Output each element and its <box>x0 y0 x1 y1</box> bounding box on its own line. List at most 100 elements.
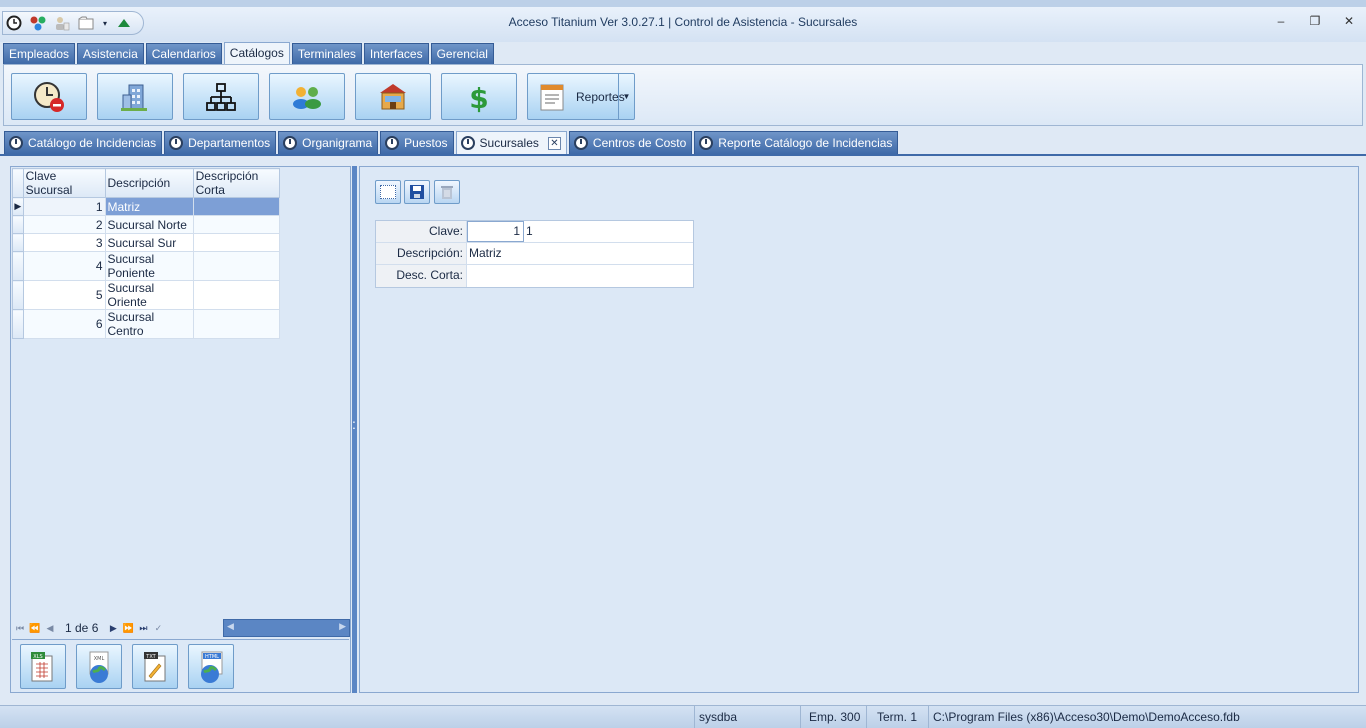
trash-icon <box>441 186 453 199</box>
table-row[interactable]: 2 Sucursal Norte <box>12 215 281 234</box>
org-chart-icon <box>205 81 237 113</box>
table-row[interactable]: ▶ 1 Matriz <box>12 197 281 216</box>
cell-clave: 6 <box>22 309 106 339</box>
tab-puestos[interactable]: Puestos <box>380 131 454 154</box>
new-document-icon <box>380 185 396 199</box>
first-record-icon[interactable]: ⏮ <box>14 623 26 634</box>
export-xls-button[interactable]: XLS <box>20 644 66 689</box>
cell-descripcion: Sucursal Poniente <box>104 251 194 281</box>
clock-icon <box>460 136 475 150</box>
tab-departamentos[interactable]: Departamentos <box>164 131 277 154</box>
tab-centros-costo[interactable]: Centros de Costo <box>568 131 693 154</box>
form-row-descripcion: Descripción: Matriz <box>376 243 693 265</box>
scroll-left-icon[interactable]: ◀ <box>227 621 234 632</box>
tab-reporte-catalogo-incidencias[interactable]: Reporte Catálogo de Incidencias <box>694 131 899 154</box>
export-txt-button[interactable]: TXT <box>132 644 178 689</box>
txt-label: TXT <box>145 654 156 660</box>
row-indicator <box>12 251 24 281</box>
clock-icon <box>283 136 298 150</box>
reportes-dropdown-icon[interactable]: ▼ <box>618 74 634 119</box>
tab-interfaces[interactable]: Interfaces <box>363 43 429 64</box>
clave-value: 1 <box>526 224 533 238</box>
close-button[interactable]: ✕ <box>1332 10 1366 32</box>
sucursales-list-panel: Clave Sucursal Descripción Descripción C… <box>10 166 351 693</box>
column-header-clave[interactable]: Clave Sucursal <box>22 168 106 198</box>
maximize-button[interactable]: ❐ <box>1298 10 1332 32</box>
table-row[interactable]: 3 Sucursal Sur <box>12 233 281 252</box>
status-bar: sysdba Emp. 300 Term. 1 C:\Program Files… <box>0 705 1366 728</box>
tab-label: Puestos <box>404 136 448 150</box>
document-tabs: Catálogo de Incidencias Departamentos Or… <box>0 131 1366 156</box>
xml-label: XML <box>94 656 105 662</box>
tab-asistencia[interactable]: Asistencia <box>77 43 144 64</box>
tab-sucursales[interactable]: Sucursales ✕ <box>455 131 567 154</box>
ribbon-panel: $ Reportes ▼ <box>3 64 1363 126</box>
export-html-button[interactable]: HTML <box>188 644 234 689</box>
sucursal-detail-panel: Clave: 1 1 Descripción: Matriz Desc. Cor… <box>359 166 1359 693</box>
html-globe-icon: HTML <box>201 651 223 683</box>
building-icon <box>119 81 151 113</box>
incidencias-button[interactable] <box>11 73 87 120</box>
minimize-button[interactable]: – <box>1264 10 1298 32</box>
close-tab-icon[interactable]: ✕ <box>547 136 561 150</box>
tab-label: Reporte Catálogo de Incidencias <box>718 136 893 150</box>
cell-descripcion-corta <box>192 197 281 216</box>
tab-label: Catálogo de Incidencias <box>28 136 157 150</box>
form-row-clave: Clave: 1 1 <box>376 221 693 243</box>
centros-costo-button[interactable]: $ <box>441 73 517 120</box>
horizontal-scrollbar[interactable]: ◀ ▶ <box>223 619 350 637</box>
tab-catalogos[interactable]: Catálogos <box>223 42 290 64</box>
tab-calendarios[interactable]: Calendarios <box>145 43 222 64</box>
departamentos-button[interactable] <box>97 73 173 120</box>
tab-label: Centros de Costo <box>592 136 687 150</box>
status-db-path: C:\Program Files (x86)\Acceso30\Demo\Dem… <box>928 706 1366 728</box>
cell-descripcion-corta <box>192 309 281 339</box>
next-record-icon[interactable]: ▶ <box>107 623 119 634</box>
clave-label: Clave: <box>376 221 467 242</box>
last-record-icon[interactable]: ⏭ <box>137 623 149 634</box>
tab-empleados[interactable]: Empleados <box>3 43 76 64</box>
xls-file-icon: XLS <box>31 651 53 681</box>
table-row[interactable]: 6 Sucursal Centro <box>12 309 281 339</box>
desc-corta-field[interactable] <box>467 265 693 287</box>
row-indicator-header <box>12 168 24 198</box>
tab-label: Departamentos <box>188 136 271 150</box>
cell-descripcion-corta <box>192 233 281 252</box>
organigrama-button[interactable] <box>183 73 259 120</box>
clock-icon <box>573 136 588 150</box>
store-icon <box>377 81 409 113</box>
people-icon <box>291 81 323 113</box>
row-indicator <box>12 309 24 339</box>
tab-terminales[interactable]: Terminales <box>291 43 362 64</box>
tab-catalogo-incidencias[interactable]: Catálogo de Incidencias <box>4 131 163 154</box>
column-header-descripcion-corta[interactable]: Descripción Corta <box>192 168 281 198</box>
cell-descripcion: Sucursal Sur <box>104 233 194 252</box>
column-header-descripcion[interactable]: Descripción <box>104 168 194 198</box>
sucursales-button[interactable] <box>355 73 431 120</box>
scroll-right-icon[interactable]: ▶ <box>339 621 346 632</box>
cell-clave: 1 <box>22 197 106 216</box>
prev-page-icon[interactable]: ⏪ <box>29 623 41 634</box>
dollar-icon: $ <box>463 81 495 113</box>
export-xml-button[interactable]: XML <box>76 644 122 689</box>
prev-record-icon[interactable]: ◀ <box>44 623 56 634</box>
new-record-button[interactable] <box>375 180 401 204</box>
delete-button[interactable] <box>434 180 460 204</box>
table-row[interactable]: 5 Sucursal Oriente <box>12 280 281 310</box>
descripcion-field[interactable]: Matriz <box>467 243 693 264</box>
record-navigator: ⏮ ⏪ ◀ 1 de 6 ▶ ⏩ ⏭ ✓ <box>12 619 222 637</box>
clave-input[interactable]: 1 <box>467 221 524 242</box>
reportes-button[interactable]: Reportes ▼ <box>527 73 635 120</box>
tab-label: Organigrama <box>302 136 373 150</box>
save-button[interactable] <box>404 180 430 204</box>
clock-icon <box>699 136 714 150</box>
table-row[interactable]: 4 Sucursal Poniente <box>12 251 281 281</box>
cell-clave: 2 <box>22 215 106 234</box>
sucursales-grid: Clave Sucursal Descripción Descripción C… <box>12 168 281 339</box>
post-edit-icon[interactable]: ✓ <box>152 623 164 634</box>
tab-gerencial[interactable]: Gerencial <box>430 43 494 64</box>
panel-splitter[interactable] <box>352 166 357 693</box>
tab-organigrama[interactable]: Organigrama <box>278 131 379 154</box>
next-page-icon[interactable]: ⏩ <box>122 623 134 634</box>
puestos-button[interactable] <box>269 73 345 120</box>
